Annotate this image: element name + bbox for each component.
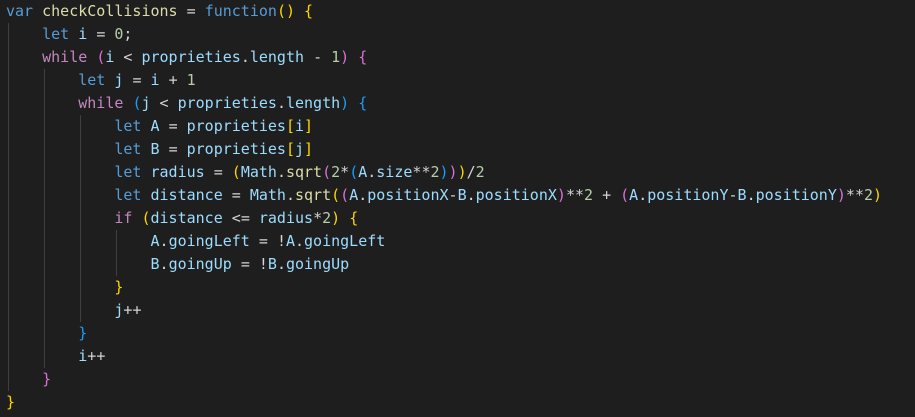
code-line-10[interactable]: if (distance <= radius*2) { xyxy=(6,207,358,230)
code-line-18[interactable]: } xyxy=(6,391,15,414)
code-line-3[interactable]: while (i < proprieties.length - 1) { xyxy=(6,46,367,69)
code-editor[interactable]: var checkCollisions = function() { let i… xyxy=(0,0,915,417)
code-line-11[interactable]: A.goingLeft = !A.goingLeft xyxy=(6,230,386,253)
code-line-7[interactable]: let B = proprieties[j] xyxy=(6,138,313,161)
code-line-14[interactable]: j++ xyxy=(6,299,141,322)
code-line-17[interactable]: } xyxy=(6,368,51,391)
code-line-13[interactable]: } xyxy=(6,276,123,299)
code-line-5[interactable]: while (j < proprieties.length) { xyxy=(6,92,367,115)
code-line-9[interactable]: let distance = Math.sqrt((A.positionX-B.… xyxy=(6,184,882,207)
code-line-1[interactable]: var checkCollisions = function() { xyxy=(6,0,313,23)
code-line-16[interactable]: i++ xyxy=(6,345,105,368)
code-line-2[interactable]: let i = 0; xyxy=(6,23,132,46)
code-line-8[interactable]: let radius = (Math.sqrt(2*(A.size**2)))/… xyxy=(6,161,484,184)
code-line-15[interactable]: } xyxy=(6,322,87,345)
code-line-4[interactable]: let j = i + 1 xyxy=(6,69,195,92)
code-line-12[interactable]: B.goingUp = !B.goingUp xyxy=(6,253,350,276)
code-line-6[interactable]: let A = proprieties[i] xyxy=(6,115,313,138)
